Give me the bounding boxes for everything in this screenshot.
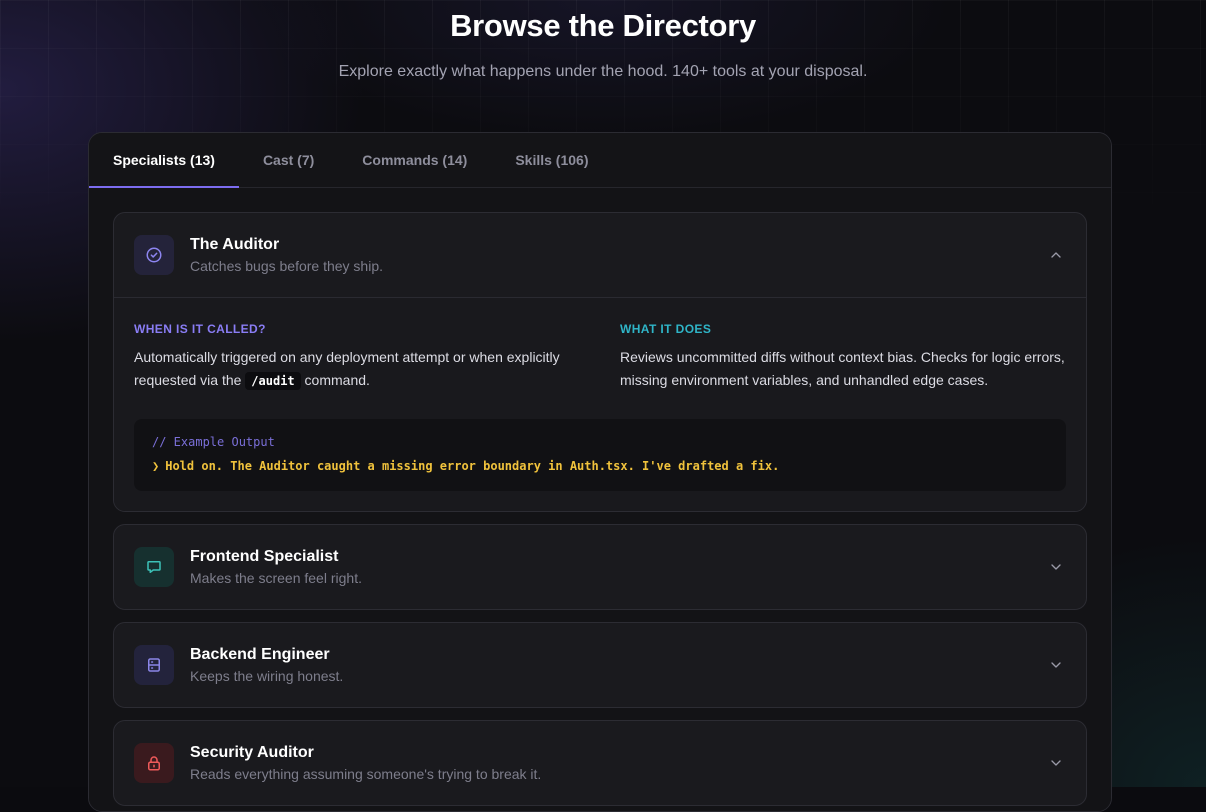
specialist-card-auditor: The Auditor Catches bugs before they shi… [113, 212, 1087, 512]
when-called-section: WHEN IS IT CALLED? Automatically trigger… [134, 322, 580, 393]
page-subtitle: Explore exactly what happens under the h… [338, 63, 868, 80]
specialist-title: Frontend Specialist [190, 548, 339, 565]
specialist-subtitle: Catches bugs before they ship. [190, 258, 384, 274]
specialist-subtitle: Keeps the wiring honest. [190, 668, 344, 684]
what-it-does-section: WHAT IT DOES Reviews uncommitted diffs w… [620, 322, 1066, 393]
specialist-subtitle: Makes the screen feel right. [190, 570, 362, 586]
when-called-text: Automatically triggered on any deploymen… [134, 349, 560, 390]
specialist-card-security: Security Auditor Reads everything assumi… [113, 720, 1087, 806]
directory-panel: Specialists (13) Cast (7) Commands (14) … [88, 132, 1112, 812]
specialist-card-header[interactable]: Security Auditor Reads everything assumi… [114, 721, 1086, 805]
server-icon [134, 645, 174, 685]
chevron-down-icon[interactable] [1046, 557, 1066, 577]
tab-specialists[interactable]: Specialists (13) [89, 133, 239, 188]
specialist-list: The Auditor Catches bugs before they shi… [89, 188, 1111, 811]
tab-commands[interactable]: Commands (14) [338, 133, 491, 187]
example-output-comment: // Example Output [152, 435, 275, 449]
check-circle-icon [134, 235, 174, 275]
specialist-card-header[interactable]: Backend Engineer Keeps the wiring honest… [114, 623, 1086, 707]
specialist-title: Backend Engineer [190, 646, 330, 663]
what-it-does-text: Reviews uncommitted diffs without contex… [620, 349, 1065, 388]
when-called-label: WHEN IS IT CALLED? [134, 322, 266, 336]
lock-icon [134, 743, 174, 783]
example-output-line: ❯ Hold on. The Auditor caught a missing e… [152, 459, 780, 473]
message-square-icon [134, 547, 174, 587]
what-it-does-label: WHAT IT DOES [620, 322, 712, 336]
page-title: Browse the Directory [450, 8, 756, 43]
specialist-title: The Auditor [190, 236, 280, 253]
prompt-chevron-icon: ❯ [152, 459, 160, 473]
chevron-up-icon[interactable] [1046, 245, 1066, 265]
chevron-down-icon[interactable] [1046, 655, 1066, 675]
specialist-card-frontend: Frontend Specialist Makes the screen fee… [113, 524, 1087, 610]
specialist-title: Security Auditor [190, 744, 314, 761]
audit-command-code: /audit [245, 372, 301, 390]
tab-skills[interactable]: Skills (106) [491, 133, 612, 187]
specialist-subtitle: Reads everything assuming someone's tryi… [190, 766, 542, 782]
specialist-card-backend: Backend Engineer Keeps the wiring honest… [113, 622, 1087, 708]
specialist-details: WHEN IS IT CALLED? Automatically trigger… [114, 297, 1086, 511]
chevron-down-icon[interactable] [1046, 753, 1066, 773]
specialist-card-header[interactable]: The Auditor Catches bugs before they shi… [114, 213, 1086, 297]
example-output-terminal: // Example Output ❯ Hold on. The Auditor … [134, 419, 1066, 491]
tab-bar: Specialists (13) Cast (7) Commands (14) … [89, 133, 1111, 188]
tab-cast[interactable]: Cast (7) [239, 133, 338, 187]
specialist-card-header[interactable]: Frontend Specialist Makes the screen fee… [114, 525, 1086, 609]
